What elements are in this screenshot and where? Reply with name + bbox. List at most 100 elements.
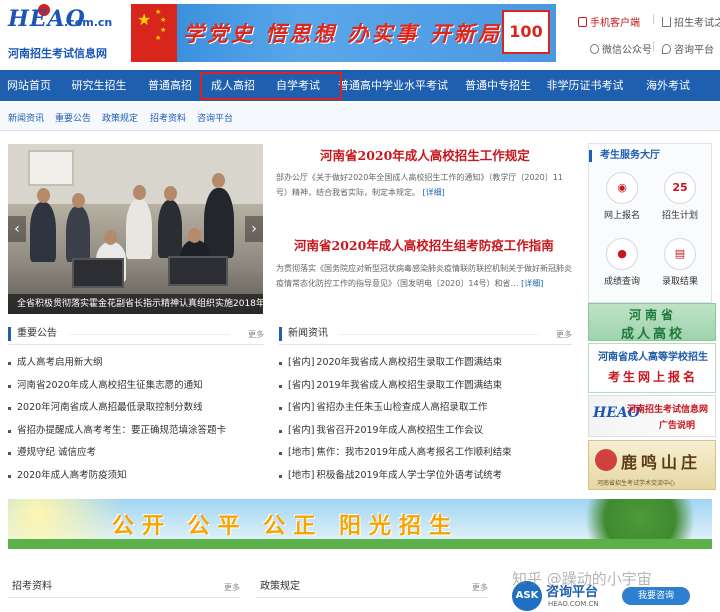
mobile-client-link[interactable]: 手机客户端: [578, 14, 640, 29]
headline-title[interactable]: 河南省2020年成人高校招生工作规定: [320, 145, 530, 164]
nav-item-hs-exam[interactable]: 普通高中学业水平考试: [338, 70, 448, 101]
party-history-banner[interactable]: ★ ★ ★ ★ ★ 学党史 悟思想 办实事 开新局 100: [131, 4, 556, 62]
list-item[interactable]: [省内] 省招办主任朱玉山检查成人高招录取工作: [279, 397, 579, 420]
news-tag: [省内]: [288, 402, 315, 413]
ask-button[interactable]: 我要咨询: [622, 587, 690, 605]
headline-more-link[interactable]: [详细]: [423, 188, 445, 197]
service-score-query[interactable]: ● 成绩查询: [593, 238, 651, 294]
headline-title[interactable]: 河南省2020年成人高校招生组考防疫工作指南: [294, 235, 554, 254]
news-list: [省内] 2020年我省成人高校招生录取工作圆满结束 [省内] 2019年我省成人高…: [279, 352, 579, 487]
news-text: 焦作：我市2019年成人高考报名工作顺利结束: [316, 447, 512, 458]
headline-summary: 部办公厅《关于做好2020年全国成人高校招生工作的通知》（教学厅〔2020〕11…: [276, 170, 574, 200]
advertising-notice-ad[interactable]: HEAO 河南招生考试信息网 广告说明: [588, 395, 716, 437]
chat-icon: [662, 44, 671, 54]
panel-divider: [339, 334, 539, 335]
news-text: 省招办主任朱玉山检查成人高招录取工作: [316, 402, 488, 413]
list-item[interactable]: 2020年河南省成人高招最低录取控制分数线: [8, 397, 268, 420]
deer-logo-icon: [595, 449, 617, 471]
phone-icon: [578, 17, 587, 27]
list-item[interactable]: [地市] 积极备战2019年成人学士学位外语考试统考: [279, 465, 579, 488]
notices-panel-title: 重要公告: [8, 327, 57, 341]
subnav-policy[interactable]: 政策规定: [102, 111, 138, 124]
service-enrollment-plan[interactable]: 25 招生计划: [651, 172, 709, 228]
news-panel-title: 新闻资讯: [279, 327, 328, 341]
subnav-materials[interactable]: 招考资料: [150, 111, 186, 124]
service-hall: 考生服务大厅 ◉ 网上报名 25 招生计划 ● 成绩查询 ▤ 录取结果: [588, 143, 712, 303]
nav-item-certificate[interactable]: 非学历证书考试: [545, 70, 625, 101]
consult-link[interactable]: 咨询平台: [662, 41, 714, 56]
wechat-icon: [590, 44, 599, 54]
news-slider[interactable]: ‹ › 全省积极贯彻落实霍金花副省长指示精神认真组织实施2018年: [8, 144, 263, 314]
exam-home-link[interactable]: 招生考试之家: [662, 14, 720, 29]
subnav-consult[interactable]: 咨询平台: [197, 111, 233, 124]
news-text: 2019年我省成人高校招生录取工作圆满结束: [316, 379, 503, 391]
service-label: 成绩查询: [603, 277, 640, 287]
nav-item-graduate[interactable]: 研究生招生: [64, 70, 134, 101]
centenary-emblem: 100: [502, 10, 550, 54]
list-item[interactable]: 省招办提醒成人高考考生：要正确规范填涂答题卡: [8, 420, 268, 443]
sunshine-admission-banner[interactable]: 公开 公平 公正 阳光招生: [8, 499, 712, 549]
service-admission-result[interactable]: ▤ 录取结果: [651, 238, 709, 294]
ask-url: HEAO.COM.CN: [548, 600, 599, 608]
headline-more-link[interactable]: [详细]: [521, 279, 543, 288]
computer-icon: ◉: [606, 172, 638, 204]
photo-person-head: [104, 230, 117, 245]
ad-line: 河南省: [628, 308, 677, 322]
wechat-label: 微信公众号: [602, 45, 652, 56]
ad-line: 河南省招生考试学术交流中心: [597, 480, 676, 487]
ad-line: 河南招生考试信息网: [627, 405, 709, 415]
list-item[interactable]: [省内] 2020年我省成人高校招生录取工作圆满结束: [279, 352, 579, 375]
ad-line: 河南省成人高等学校招生: [598, 352, 708, 363]
photo-person-head: [164, 186, 177, 201]
photo-person-head: [133, 185, 146, 200]
mobile-client-label: 手机客户端: [590, 18, 640, 29]
nav-item-vocational[interactable]: 普通中专招生: [458, 70, 538, 101]
news-tag: [省内]: [288, 357, 315, 368]
slider-caption[interactable]: 全省积极贯彻落实霍金花副省长指示精神认真组织实施2018年: [8, 294, 263, 314]
list-item[interactable]: [地市] 焦作：我市2019年成人高考报名工作顺利结束: [279, 442, 579, 465]
subnav-news[interactable]: 新闻资讯: [8, 111, 44, 124]
consult-label: 咨询平台: [674, 45, 714, 56]
list-item[interactable]: 河南省2020年成人高校招生征集志愿的通知: [8, 375, 268, 398]
subnav-notices[interactable]: 重要公告: [55, 111, 91, 124]
materials-panel-title: 招考资料: [12, 581, 52, 592]
headline-summary: 为贯彻落实《国务院应对新型冠状病毒感染肺炎疫情联防联控机制关于做好新冠肺炎疫情常…: [276, 261, 574, 291]
list-item[interactable]: [省内] 2019年我省成人高校招生录取工作圆满结束: [279, 375, 579, 398]
photo-person-head: [72, 193, 85, 208]
notices-more-link[interactable]: 更多: [248, 329, 264, 340]
headline-summary-text: 部办公厅《关于做好2020年全国成人高校招生工作的通知》（教学厅〔2020〕11…: [276, 173, 563, 197]
list-item[interactable]: [省内] 我省召开2019年成人高校招生工作会议: [279, 420, 579, 443]
nav-item-overseas[interactable]: 海外考试: [640, 70, 696, 101]
online-registration-ad[interactable]: 河南省成人高等学校招生 考生网上报名: [588, 343, 716, 393]
photo-monitor: [168, 256, 228, 286]
photo-person-head: [37, 188, 50, 203]
slider-next-button[interactable]: ›: [245, 216, 263, 242]
adult-college-ad[interactable]: 河南省 成人高校: [588, 303, 716, 341]
news-more-link[interactable]: 更多: [556, 329, 572, 340]
photo-person: [126, 199, 152, 259]
photo-person: [158, 200, 182, 258]
photo-person: [204, 188, 234, 258]
list-item[interactable]: 遵规守纪 诚信应考: [8, 442, 268, 465]
main-nav: 网站首页 研究生招生 普通高招 成人高招 自学考试 普通高中学业水平考试 普通中…: [0, 70, 720, 101]
site-logo[interactable]: HEAO .com.cn 河南招生考试信息网: [8, 4, 120, 62]
service-label: 网上报名: [603, 211, 640, 221]
list-item[interactable]: 2020年成人高考防疫须知: [8, 465, 268, 488]
slider-prev-button[interactable]: ‹: [8, 216, 26, 242]
materials-more-link[interactable]: 更多: [224, 582, 240, 593]
list-item[interactable]: 成人高考启用新大纲: [8, 352, 268, 375]
wechat-link[interactable]: 微信公众号: [590, 41, 652, 56]
policy-more-link[interactable]: 更多: [472, 582, 488, 593]
policy-panel-title: 政策规定: [260, 581, 300, 592]
photo-monitor: [72, 258, 124, 288]
banner-grass: [8, 539, 712, 549]
logo-subtitle: 河南招生考试信息网: [8, 47, 107, 60]
news-tag: [省内]: [288, 424, 315, 436]
nav-item-college[interactable]: 普通高招: [140, 70, 200, 101]
nav-item-selfstudy[interactable]: 自学考试: [268, 70, 328, 101]
slider-photo-window: [28, 150, 74, 186]
nav-item-home[interactable]: 网站首页: [4, 70, 54, 101]
luming-villa-ad[interactable]: 鹿鸣山庄 河南省招生考试学术交流中心: [588, 440, 716, 490]
service-online-registration[interactable]: ◉ 网上报名: [593, 172, 651, 228]
nav-item-adult[interactable]: 成人高招: [203, 70, 263, 101]
